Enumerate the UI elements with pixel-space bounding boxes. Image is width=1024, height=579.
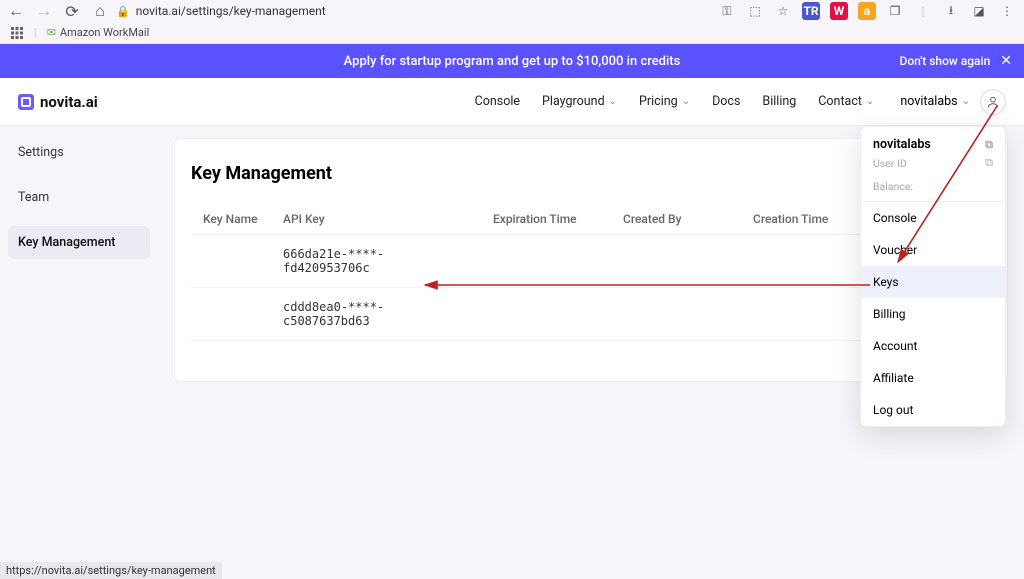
team-switcher[interactable]: novitalabs ⌄	[900, 94, 970, 109]
forward-icon[interactable]: →	[36, 3, 52, 19]
install-pwa-icon[interactable]: ⬚	[746, 2, 764, 20]
apps-grid-icon[interactable]	[10, 26, 24, 40]
dropdown-item-affiliate[interactable]: Affiliate	[861, 362, 1005, 394]
status-bar-url: https://novita.ai/settings/key-managemen…	[0, 562, 222, 579]
col-api-key: API Key	[271, 204, 481, 235]
nav-label: Pricing	[639, 94, 678, 109]
dont-show-again-link[interactable]: Don't show again	[899, 54, 990, 68]
dropdown-balance-label: Balance:	[873, 180, 993, 193]
site-info-icon[interactable]: 🔒	[116, 5, 130, 18]
user-menu-button[interactable]	[980, 89, 1006, 115]
star-icon[interactable]: ☆	[774, 2, 792, 20]
dropdown-item-logout[interactable]: Log out	[861, 394, 1005, 426]
user-dropdown: novitalabs ⧉ User ID ⧉ Balance: Console …	[860, 126, 1006, 427]
extensions-icon[interactable]: ❐	[886, 2, 904, 20]
col-created-by: Created By	[611, 204, 741, 235]
nav-label: Contact	[818, 94, 862, 109]
divider: |	[34, 26, 37, 39]
user-icon	[986, 95, 1000, 109]
dropdown-item-account[interactable]: Account	[861, 330, 1005, 362]
team-name: novitalabs	[900, 94, 957, 109]
cell-key-name	[191, 235, 271, 288]
panel-icon[interactable]: ◪	[970, 2, 988, 20]
sidebar-item-team[interactable]: Team	[8, 181, 150, 214]
cell-key-name	[191, 288, 271, 341]
dropdown-item-console[interactable]: Console	[861, 202, 1005, 234]
kebab-menu-icon[interactable]: ⋮	[998, 2, 1016, 20]
divider: |	[914, 2, 932, 20]
download-icon[interactable]: ⭳	[942, 2, 960, 20]
home-icon[interactable]: ⌂	[92, 3, 108, 19]
dropdown-username: novitalabs	[873, 137, 931, 152]
col-key-name: Key Name	[191, 204, 271, 235]
reload-icon[interactable]: ⟳	[64, 3, 80, 19]
cell-api-key: 666da21e-****-fd420953706c	[271, 235, 481, 288]
chevron-down-icon: ⌄	[962, 96, 970, 107]
dropdown-user-id-label: User ID	[873, 157, 907, 170]
nav-label: Playground	[542, 94, 605, 109]
brand-logo[interactable]: novita.ai	[18, 93, 98, 111]
cell-created-by	[611, 288, 741, 341]
bookmark-bar: | ✉ Amazon WorkMail	[0, 22, 1024, 44]
cell-created-by	[611, 235, 741, 288]
extension-1-icon[interactable]: TR	[802, 2, 820, 20]
cell-expiration	[481, 288, 611, 341]
extension-2-icon[interactable]: W	[830, 2, 848, 20]
copy-icon[interactable]: ⧉	[985, 138, 993, 152]
logo-icon	[18, 94, 34, 110]
address-url[interactable]: novita.ai/settings/key-management	[136, 4, 326, 18]
chevron-down-icon: ⌄	[609, 96, 617, 107]
sidebar-item-settings[interactable]: Settings	[8, 136, 150, 169]
bookmark-label: Amazon WorkMail	[60, 26, 149, 39]
back-icon[interactable]: ←	[8, 3, 24, 19]
cell-expiration	[481, 235, 611, 288]
nav-billing[interactable]: Billing	[762, 94, 796, 109]
copy-icon[interactable]: ⧉	[985, 156, 993, 170]
dropdown-item-billing[interactable]: Billing	[861, 298, 1005, 330]
close-icon[interactable]: ✕	[1000, 53, 1012, 69]
col-expiration: Expiration Time	[481, 204, 611, 235]
promo-banner-text: Apply for startup program and get up to …	[344, 54, 681, 69]
nav-console[interactable]: Console	[475, 94, 520, 109]
bookmark-amazon-workmail[interactable]: ✉ Amazon WorkMail	[47, 26, 150, 39]
browser-address-bar: ← → ⟳ ⌂ 🔒 novita.ai/settings/key-managem…	[0, 0, 1024, 22]
top-nav: novita.ai Console Playground ⌄ Pricing ⌄…	[0, 78, 1024, 126]
workmail-icon: ✉	[47, 26, 56, 39]
brand-name: novita.ai	[40, 93, 98, 111]
nav-contact[interactable]: Contact ⌄	[818, 94, 874, 109]
chevron-down-icon: ⌄	[682, 96, 690, 107]
sidebar-item-key-management[interactable]: Key Management	[8, 226, 150, 259]
promo-banner[interactable]: Apply for startup program and get up to …	[0, 44, 1024, 78]
dropdown-item-voucher[interactable]: Voucher	[861, 234, 1005, 266]
password-icon[interactable]: ⚿	[718, 2, 736, 20]
chevron-down-icon: ⌄	[866, 96, 874, 107]
cell-api-key: cddd8ea0-****-c5087637bd63	[271, 288, 481, 341]
nav-pricing[interactable]: Pricing ⌄	[639, 94, 690, 109]
extension-3-icon[interactable]: a	[858, 2, 876, 20]
nav-playground[interactable]: Playground ⌄	[542, 94, 617, 109]
settings-sidebar: Settings Team Key Management	[0, 126, 158, 563]
nav-docs[interactable]: Docs	[712, 94, 740, 109]
dropdown-item-keys[interactable]: Keys	[861, 266, 1005, 298]
